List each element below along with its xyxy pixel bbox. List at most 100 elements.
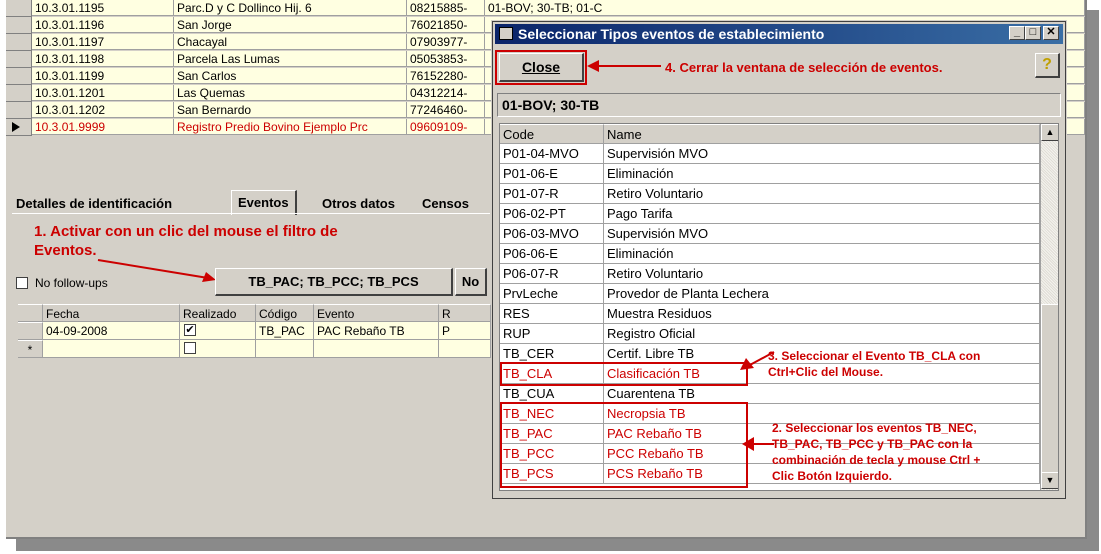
row-name: Chacayal xyxy=(174,34,407,50)
row-name: San Jorge xyxy=(174,17,407,33)
row-extra: 01-BOV; 30-TB; 01-C xyxy=(485,0,1085,16)
checkmark-icon[interactable]: ✔ xyxy=(184,324,196,336)
event-type-row[interactable]: TB_CUA Cuarentena TB xyxy=(500,384,1040,404)
event-code: RES xyxy=(500,304,604,324)
no-follow-ups-checkbox[interactable] xyxy=(16,277,28,289)
close-icon[interactable]: ✕ xyxy=(1043,26,1059,40)
event-type-row[interactable]: P06-02-PT Pago Tarifa xyxy=(500,204,1040,224)
row-selector[interactable] xyxy=(18,322,43,340)
row-selector[interactable] xyxy=(6,51,32,68)
annotation-text: Clic Botón Izquierdo. xyxy=(772,469,892,483)
column-header-r[interactable]: R xyxy=(439,304,491,322)
scroll-thumb[interactable] xyxy=(1041,304,1058,474)
event-types-grid: Code Name P01-04-MVO Supervisión MVO P01-… xyxy=(499,123,1059,491)
row-rut: 77246460- xyxy=(407,102,485,118)
column-header-code[interactable]: Code xyxy=(500,124,604,144)
row-code: 10.3.01.1202 xyxy=(32,102,174,118)
row-name: Parc.D y C Dollinco Hij. 6 xyxy=(174,0,407,16)
new-row-cell[interactable] xyxy=(439,340,491,358)
row-name: Las Quemas xyxy=(174,85,407,101)
dialog-filter-label: 01-BOV; 30-TB xyxy=(497,93,1061,117)
minimize-icon[interactable]: _ xyxy=(1009,26,1025,40)
column-header-codigo[interactable]: Código xyxy=(256,304,314,322)
row-code: 10.3.01.1197 xyxy=(32,34,174,50)
event-code: TB_CER xyxy=(500,344,604,364)
row-code: 10.3.01.1196 xyxy=(32,17,174,33)
maximize-icon[interactable]: □ xyxy=(1025,26,1041,40)
event-code: P01-07-R xyxy=(500,184,604,204)
event-date-cell[interactable]: 04-09-2008 xyxy=(43,322,180,340)
annotation-step-2: 2. Seleccionar los eventos TB_NEC, TB_PA… xyxy=(772,420,980,484)
event-type-row[interactable]: P01-07-R Retiro Voluntario xyxy=(500,184,1040,204)
event-filter-button[interactable]: TB_PAC; TB_PCC; TB_PCS xyxy=(215,268,453,296)
row-selector[interactable] xyxy=(6,34,32,51)
row-code: 10.3.01.1195 xyxy=(32,0,174,16)
event-code-cell[interactable]: TB_PAC xyxy=(256,322,314,340)
row-rut: 08215885- xyxy=(407,0,485,16)
event-name: Eliminación xyxy=(604,164,1040,184)
annotation-text: Ctrl+Clic del Mouse. xyxy=(768,365,884,379)
annotation-step-3: 3. Seleccionar el Evento TB_CLA con Ctrl… xyxy=(768,348,980,380)
event-name: Retiro Voluntario xyxy=(604,184,1040,204)
annotation-highlight xyxy=(495,50,587,85)
column-header-evento[interactable]: Evento xyxy=(314,304,439,322)
row-code: 10.3.01.1198 xyxy=(32,51,174,67)
row-rut: 76021850- xyxy=(407,17,485,33)
help-icon[interactable]: ? xyxy=(1035,53,1060,78)
window-shadow-bottom xyxy=(16,539,1099,551)
no-filter-button[interactable]: No xyxy=(455,268,487,296)
tab-eventos[interactable]: Eventos xyxy=(231,190,297,215)
grid-header: Code Name xyxy=(500,124,1040,144)
event-code: P01-04-MVO xyxy=(500,144,604,164)
event-type-row[interactable]: P06-03-MVO Supervisión MVO xyxy=(500,224,1040,244)
event-type-row[interactable]: P06-07-R Retiro Voluntario xyxy=(500,264,1040,284)
row-name: Parcela Las Lumas xyxy=(174,51,407,67)
tab-divider xyxy=(12,213,490,214)
event-name: Registro Oficial xyxy=(604,324,1040,344)
event-name: Eliminación xyxy=(604,244,1040,264)
event-name: Muestra Residuos xyxy=(604,304,1040,324)
row-code: 10.3.01.9999 xyxy=(32,119,174,135)
event-code: TB_CUA xyxy=(500,384,604,404)
row-name: Registro Predio Bovino Ejemplo Prc xyxy=(174,119,407,135)
new-row-cell[interactable] xyxy=(180,340,256,358)
row-selector[interactable] xyxy=(6,119,32,136)
row-selector[interactable] xyxy=(6,17,32,34)
event-code: P06-07-R xyxy=(500,264,604,284)
row-rut: 04312214- xyxy=(407,85,485,101)
event-r-cell[interactable]: P xyxy=(439,322,491,340)
event-code: PrvLeche xyxy=(500,284,604,304)
event-type-row[interactable]: P06-06-E Eliminación xyxy=(500,244,1040,264)
event-type-row[interactable]: RUP Registro Oficial xyxy=(500,324,1040,344)
grid-corner xyxy=(18,304,43,322)
event-code: P06-03-MVO xyxy=(500,224,604,244)
dialog-title-bar[interactable]: Seleccionar Tipos eventos de establecimi… xyxy=(495,24,1063,44)
event-type-row[interactable]: P01-04-MVO Supervisión MVO xyxy=(500,144,1040,164)
annotation-step-1: 1. Activar con un clic del mouse el filt… xyxy=(34,222,338,260)
vertical-scrollbar[interactable]: ▲ ▼ xyxy=(1040,124,1058,490)
event-name-cell[interactable]: PAC Rebaño TB xyxy=(314,322,439,340)
event-type-row[interactable]: RES Muestra Residuos xyxy=(500,304,1040,324)
realizado-checkbox[interactable] xyxy=(184,342,196,354)
row-selector[interactable] xyxy=(6,68,32,85)
new-row-cell[interactable] xyxy=(256,340,314,358)
event-type-row[interactable]: P01-06-E Eliminación xyxy=(500,164,1040,184)
annotation-text: 1. Activar con un clic del mouse el filt… xyxy=(34,223,338,240)
row-rut: 05053853- xyxy=(407,51,485,67)
column-header-fecha[interactable]: Fecha xyxy=(43,304,180,322)
column-header-realizado[interactable]: Realizado xyxy=(180,304,256,322)
scroll-down-icon[interactable]: ▼ xyxy=(1041,472,1058,489)
row-selector[interactable] xyxy=(6,85,32,102)
event-name: Cuarentena TB xyxy=(604,384,1040,404)
row-selector[interactable] xyxy=(6,102,32,119)
event-type-row[interactable]: PrvLeche Provedor de Planta Lechera xyxy=(500,284,1040,304)
column-header-name[interactable]: Name xyxy=(604,124,1040,144)
new-row-cell[interactable] xyxy=(43,340,180,358)
annotation-step-4: 4. Cerrar la ventana de selección de eve… xyxy=(665,60,943,75)
row-selector[interactable] xyxy=(6,0,32,17)
scroll-up-icon[interactable]: ▲ xyxy=(1041,124,1058,141)
new-row-cell[interactable] xyxy=(314,340,439,358)
new-row-marker[interactable]: * xyxy=(18,340,43,358)
event-name: Pago Tarifa xyxy=(604,204,1040,224)
realizado-cell[interactable]: ✔ xyxy=(180,322,256,340)
